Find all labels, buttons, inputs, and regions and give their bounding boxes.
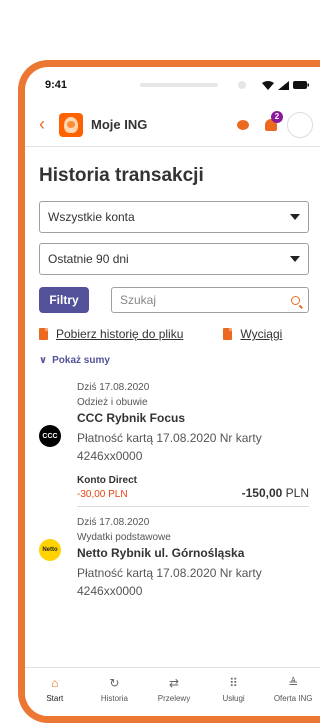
page-title: Historia transakcji bbox=[39, 165, 204, 186]
transaction-amount: -150,00 PLN bbox=[241, 486, 309, 500]
search-placeholder: Szukaj bbox=[120, 293, 157, 307]
account-select-value: Wszystkie konta bbox=[48, 210, 135, 224]
filters-button[interactable]: Filtry bbox=[39, 287, 89, 313]
camera-dot bbox=[238, 81, 246, 89]
tab-historia[interactable]: ↻ Historia bbox=[85, 668, 145, 716]
chevron-down-icon: ∨ bbox=[39, 355, 48, 366]
divider bbox=[77, 506, 309, 507]
dynamic-island bbox=[140, 83, 218, 87]
bottom-tab-bar: ⌂ Start ↻ Historia ⇄ Przelewy ⠿ Usługi ≜… bbox=[25, 667, 320, 716]
transaction-item[interactable]: Netto Dziś 17.08.2020 Wydatki podstawowe… bbox=[39, 517, 309, 610]
statements-link[interactable]: Wyciągi bbox=[240, 327, 282, 341]
grid-icon: ⠿ bbox=[229, 676, 238, 690]
phone-frame: 9:41 ‹ Moje ING 2 Historia transakcji Ws… bbox=[18, 60, 320, 723]
notification-badge: 2 bbox=[271, 110, 283, 123]
bell-icon[interactable]: 2 bbox=[265, 110, 283, 131]
wifi-icon bbox=[262, 80, 274, 90]
transaction-description: Płatność kartą 17.08.2020 Nr karty 4246x… bbox=[77, 566, 262, 598]
transaction-merchant: Netto Rybnik ul. Górnośląska bbox=[77, 546, 245, 560]
battery-icon bbox=[293, 81, 309, 89]
signal-icon bbox=[278, 80, 289, 90]
transaction-merchant: CCC Rybnik Focus bbox=[77, 411, 186, 425]
chat-icon[interactable] bbox=[237, 119, 249, 130]
transaction-date: Dziś 17.08.2020 bbox=[77, 382, 150, 393]
merchant-logo-netto: Netto bbox=[39, 539, 61, 561]
search-icon bbox=[291, 295, 300, 305]
download-history-link[interactable]: Pobierz historię do pliku bbox=[56, 327, 183, 341]
filter-row: Filtry Szukaj bbox=[39, 287, 309, 313]
transaction-account: Konto Direct bbox=[77, 475, 137, 486]
document-icon bbox=[39, 328, 48, 340]
period-select[interactable]: Ostatnie 90 dni bbox=[39, 243, 309, 275]
tab-oferta[interactable]: ≜ Oferta ING bbox=[263, 668, 320, 716]
download-links: Pobierz historię do pliku Wyciągi bbox=[39, 327, 309, 341]
merchant-logo-ccc: CCC bbox=[39, 425, 61, 447]
app-header: ‹ Moje ING 2 bbox=[25, 103, 320, 147]
period-select-value: Ostatnie 90 dni bbox=[48, 252, 129, 266]
tab-uslugi[interactable]: ⠿ Usługi bbox=[204, 668, 264, 716]
status-bar: 9:41 bbox=[25, 67, 320, 103]
chevron-down-icon bbox=[290, 214, 300, 220]
chevron-down-icon bbox=[290, 256, 300, 262]
tab-przelewy[interactable]: ⇄ Przelewy bbox=[144, 668, 204, 716]
app-title: Moje ING bbox=[91, 117, 148, 132]
account-select[interactable]: Wszystkie konta bbox=[39, 201, 309, 233]
transfer-icon: ⇄ bbox=[168, 676, 180, 690]
document-icon bbox=[223, 328, 233, 340]
home-icon: ⌂ bbox=[51, 676, 59, 690]
transaction-description: Płatność kartą 17.08.2020 Nr karty 4246x… bbox=[77, 431, 262, 463]
transaction-category: Odzież i obuwie bbox=[77, 397, 148, 408]
ing-lion-logo bbox=[59, 112, 83, 137]
back-arrow-icon[interactable]: ‹ bbox=[39, 114, 59, 135]
search-input[interactable]: Szukaj bbox=[111, 287, 309, 313]
show-sums-label: Pokaż sumy bbox=[52, 355, 110, 366]
status-time: 9:41 bbox=[45, 79, 68, 91]
transaction-category: Wydatki podstawowe bbox=[77, 532, 171, 543]
transaction-item[interactable]: CCC Dziś 17.08.2020 Odzież i obuwie CCC … bbox=[39, 382, 309, 517]
main-content: Historia transakcji Wszystkie konta Osta… bbox=[25, 165, 320, 610]
status-icons bbox=[262, 80, 309, 90]
transaction-sub-amount: -30,00 PLN bbox=[77, 489, 128, 500]
history-icon: ↻ bbox=[109, 676, 120, 690]
transaction-date: Dziś 17.08.2020 bbox=[77, 517, 150, 528]
offer-icon: ≜ bbox=[288, 676, 299, 690]
profile-avatar-icon[interactable] bbox=[287, 111, 313, 138]
show-sums-toggle[interactable]: ∨ Pokaż sumy bbox=[39, 355, 309, 366]
tab-start[interactable]: ⌂ Start bbox=[25, 668, 85, 716]
